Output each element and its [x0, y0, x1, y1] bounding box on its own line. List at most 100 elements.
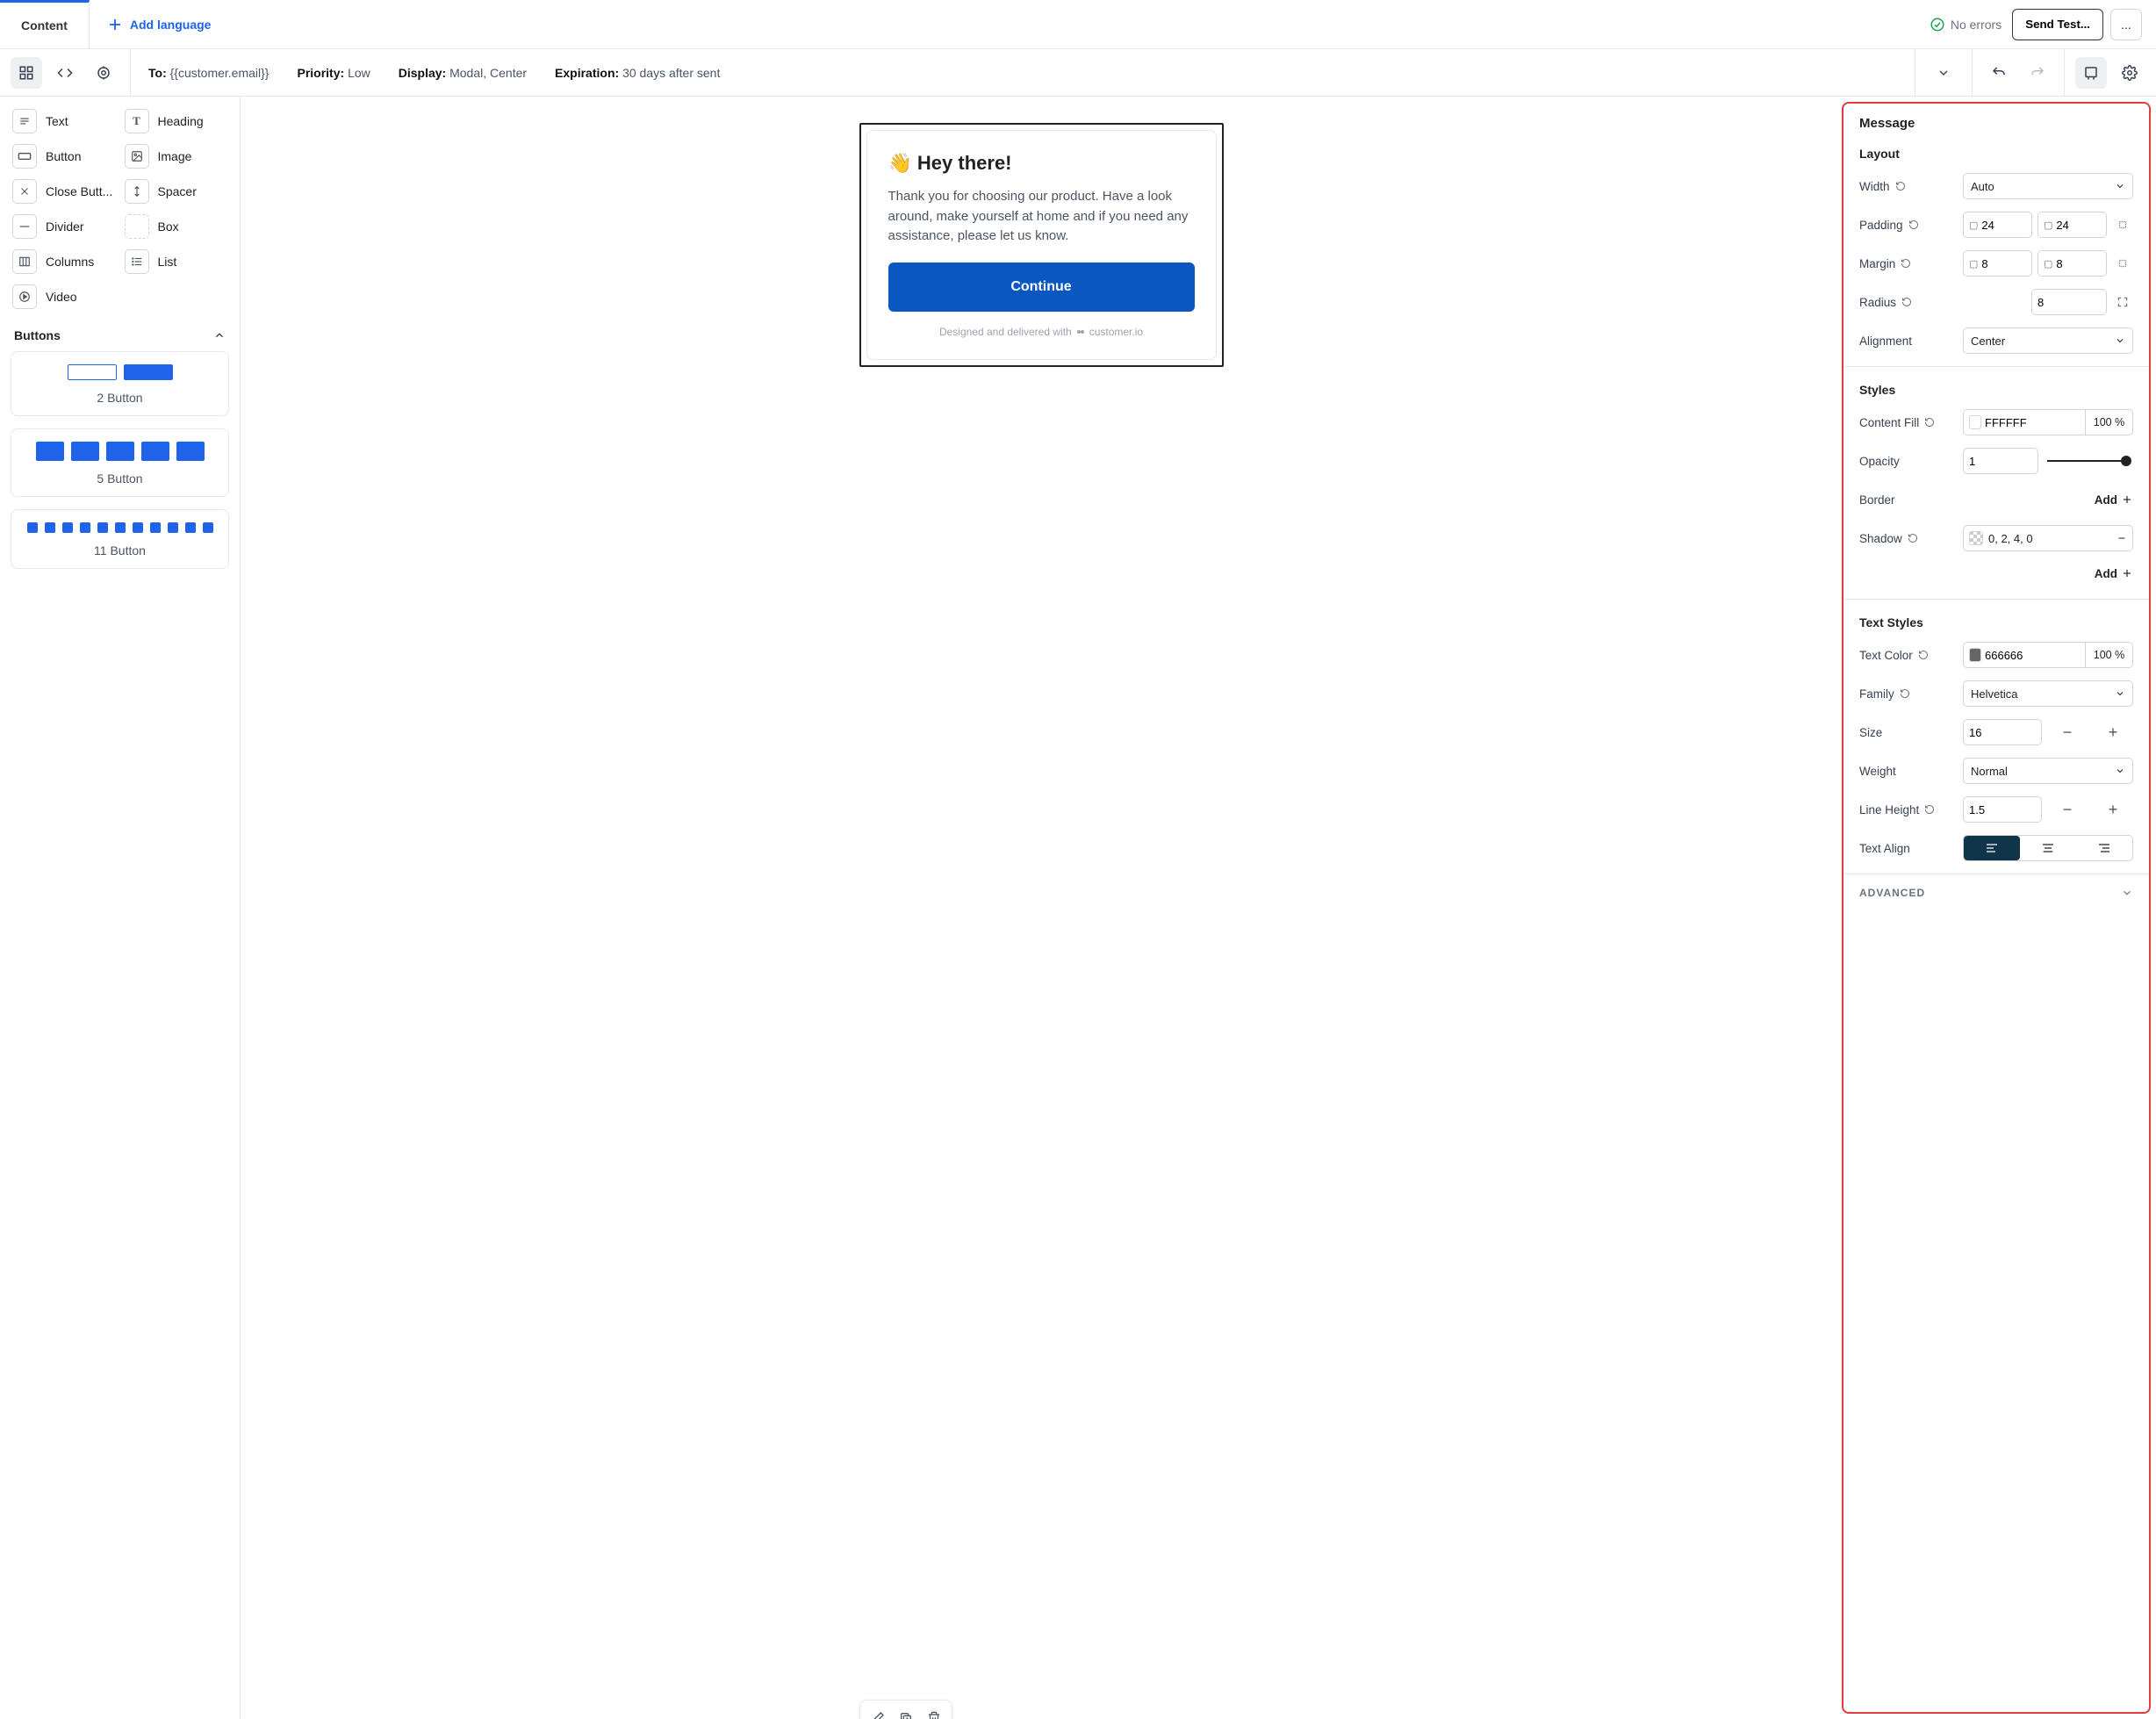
- line-height-increase-button[interactable]: +: [2093, 796, 2133, 823]
- shadow-value-input[interactable]: 0, 2, 4, 0: [1963, 525, 2133, 551]
- save-template-button[interactable]: [2075, 57, 2107, 89]
- plus-icon: [2121, 567, 2133, 579]
- chevron-up-icon: [213, 329, 226, 342]
- columns-icon: [18, 255, 31, 268]
- preset-11-button[interactable]: 11 Button: [11, 509, 229, 569]
- component-label: Button: [46, 149, 81, 163]
- text-align-right-button[interactable]: [2076, 836, 2132, 860]
- line-height-input[interactable]: [1963, 796, 2042, 823]
- advanced-section-toggle[interactable]: ADVANCED: [1843, 874, 2149, 911]
- component-button[interactable]: Button: [11, 140, 118, 172]
- reset-icon[interactable]: [1908, 219, 1919, 230]
- reset-icon[interactable]: [1900, 688, 1910, 699]
- list-icon: [131, 255, 143, 268]
- target-view-button[interactable]: [88, 57, 119, 89]
- component-label: Divider: [46, 219, 84, 234]
- reset-icon[interactable]: [1901, 297, 1912, 307]
- continue-button[interactable]: Continue: [888, 263, 1195, 312]
- align-center-icon: [2041, 841, 2055, 855]
- chevron-down-icon: [2115, 766, 2125, 776]
- chevron-down-icon: [1937, 66, 1951, 80]
- opacity-slider[interactable]: [2047, 460, 2130, 462]
- component-video[interactable]: Video: [11, 281, 118, 313]
- meta-priority[interactable]: Priority: Low: [297, 66, 370, 80]
- font-weight-select[interactable]: Normal: [1963, 758, 2133, 784]
- message-card[interactable]: 👋 Hey there! Thank you for choosing our …: [859, 123, 1224, 367]
- tab-content[interactable]: Content: [0, 0, 90, 49]
- alignment-select[interactable]: Center: [1963, 327, 2133, 354]
- reset-icon[interactable]: [1924, 804, 1935, 815]
- preset-5-button[interactable]: 5 Button: [11, 428, 229, 497]
- meta-to[interactable]: To: {{customer.email}}: [148, 66, 269, 80]
- gear-icon: [2122, 65, 2138, 81]
- component-columns[interactable]: Columns: [11, 246, 118, 277]
- reset-icon[interactable]: [1901, 258, 1911, 269]
- delete-button[interactable]: [922, 1706, 946, 1719]
- footer-prefix: Designed and delivered with: [939, 326, 1072, 338]
- content-fill-color-input[interactable]: [1963, 409, 2086, 435]
- text-align-left-button[interactable]: [1964, 836, 2020, 860]
- meta-expand-button[interactable]: [1926, 66, 1961, 80]
- component-image[interactable]: Image: [123, 140, 230, 172]
- text-align-center-button[interactable]: [2020, 836, 2076, 860]
- preset-label: 11 Button: [94, 543, 146, 557]
- code-view-button[interactable]: [49, 57, 81, 89]
- more-menu-button[interactable]: ...: [2110, 9, 2142, 40]
- margin-v-input[interactable]: ▢: [2037, 250, 2107, 277]
- component-label: List: [158, 255, 177, 269]
- component-spacer[interactable]: Spacer: [123, 176, 230, 207]
- reset-icon[interactable]: [1908, 533, 1918, 543]
- font-family-select[interactable]: Helvetica: [1963, 680, 2133, 707]
- duplicate-icon: [899, 1711, 913, 1719]
- component-divider[interactable]: Divider: [11, 211, 118, 242]
- margin-expand-button[interactable]: [2112, 253, 2133, 274]
- size-decrease-button[interactable]: −: [2047, 719, 2088, 745]
- component-label: Heading: [158, 114, 204, 128]
- width-select[interactable]: Auto: [1963, 173, 2133, 199]
- plus-icon: [107, 17, 123, 32]
- line-height-decrease-button[interactable]: −: [2047, 796, 2088, 823]
- message-heading: 👋 Hey there!: [888, 152, 1195, 175]
- settings-button[interactable]: [2114, 57, 2145, 89]
- duplicate-button[interactable]: [894, 1706, 918, 1719]
- text-color-input[interactable]: [1963, 642, 2086, 668]
- shadow-add-button[interactable]: Add: [2095, 567, 2133, 580]
- padding-h-input[interactable]: ▢: [1963, 212, 2032, 238]
- content-fill-opacity-input[interactable]: 100 %: [2086, 409, 2133, 435]
- redo-button[interactable]: [2022, 57, 2053, 89]
- padding-v-input[interactable]: ▢: [2037, 212, 2107, 238]
- expand-icon: [2116, 257, 2129, 270]
- component-heading[interactable]: THeading: [123, 105, 230, 137]
- border-add-button[interactable]: Add: [2095, 493, 2133, 507]
- component-list[interactable]: List: [123, 246, 230, 277]
- reset-icon[interactable]: [1924, 417, 1935, 428]
- radius-input[interactable]: [2031, 289, 2107, 315]
- canvas[interactable]: 👋 Hey there! Thank you for choosing our …: [241, 97, 1842, 1719]
- preset-2-button[interactable]: 2 Button: [11, 351, 229, 416]
- reset-icon[interactable]: [1895, 181, 1906, 191]
- edit-button[interactable]: [866, 1706, 890, 1719]
- component-close-button[interactable]: Close Butt...: [11, 176, 118, 207]
- opacity-input[interactable]: [1963, 448, 2038, 474]
- component-text[interactable]: Text: [11, 105, 118, 137]
- text-color-opacity-input[interactable]: 100 %: [2086, 642, 2133, 668]
- meta-expiration[interactable]: Expiration: 30 days after sent: [555, 66, 720, 80]
- padding-expand-button[interactable]: [2112, 214, 2133, 235]
- undo-button[interactable]: [1983, 57, 2015, 89]
- heading-text: Hey there!: [917, 152, 1012, 175]
- font-size-input[interactable]: [1963, 719, 2042, 745]
- reset-icon[interactable]: [1918, 650, 1929, 660]
- radius-expand-button[interactable]: [2112, 291, 2133, 313]
- size-increase-button[interactable]: +: [2093, 719, 2133, 745]
- blocks-view-button[interactable]: [11, 57, 42, 89]
- add-language-button[interactable]: Add language: [90, 17, 229, 32]
- buttons-section-toggle[interactable]: Buttons: [11, 321, 229, 351]
- meta-display[interactable]: Display: Modal, Center: [399, 66, 527, 80]
- minus-icon[interactable]: [2116, 533, 2127, 543]
- component-box[interactable]: Box: [123, 211, 230, 242]
- divider-icon: [18, 220, 31, 233]
- play-circle-icon: [18, 291, 31, 303]
- send-test-button[interactable]: Send Test...: [2012, 9, 2103, 40]
- margin-h-input[interactable]: ▢: [1963, 250, 2032, 277]
- chevron-down-icon: [2121, 887, 2133, 899]
